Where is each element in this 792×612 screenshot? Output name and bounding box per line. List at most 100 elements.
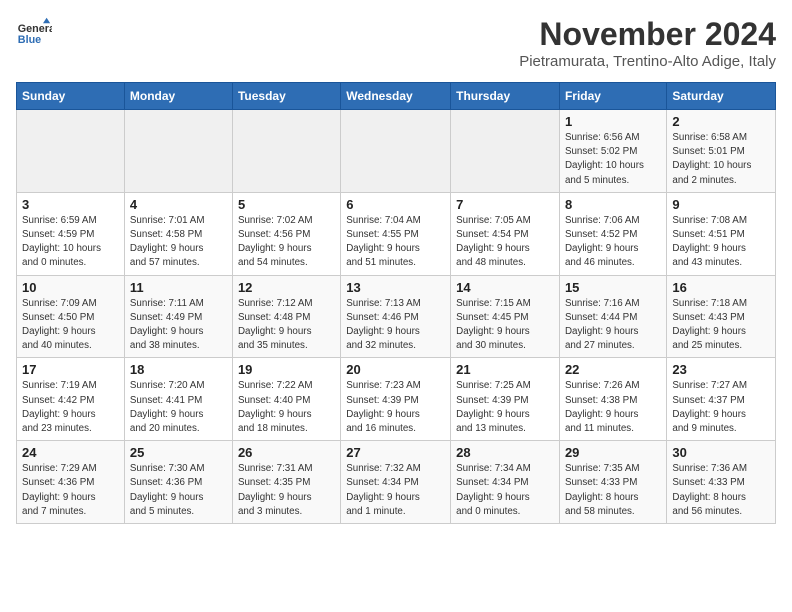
weekday-header-tuesday: Tuesday — [232, 83, 340, 110]
day-number: 27 — [346, 445, 445, 460]
day-cell: 7 Sunrise: 7:05 AM Sunset: 4:54 PM Daylig… — [451, 192, 560, 275]
day-number: 12 — [238, 280, 335, 295]
week-row-1: 1 Sunrise: 6:56 AM Sunset: 5:02 PM Daylig… — [17, 110, 776, 193]
day-info: Sunrise: 6:59 AM Sunset: 4:59 PM Dayligh… — [22, 214, 119, 271]
day-number: 30 — [672, 445, 770, 460]
day-cell — [451, 110, 560, 193]
day-cell: 8Sunrise: 7:06 AM Sunset: 4:52 PM Daylig… — [559, 192, 666, 275]
day-number: 7 — [456, 197, 554, 212]
day-cell: 22 Sunrise: 7:26 AM Sunset: 4:38 PM Dayli… — [559, 358, 666, 441]
day-cell: 10 Sunrise: 7:09 AM Sunset: 4:50 PM Dayli… — [17, 275, 125, 358]
header: General Blue November 2024 Pietramurata,… — [16, 16, 776, 70]
day-number: 6 — [346, 197, 445, 212]
svg-text:Blue: Blue — [18, 34, 41, 46]
day-cell: 13 Sunrise: 7:13 AM Sunset: 4:46 PM Dayli… — [341, 275, 451, 358]
weekday-header-monday: Monday — [124, 83, 232, 110]
day-info: Sunrise: 7:25 AM Sunset: 4:39 PM Dayligh… — [456, 379, 554, 436]
day-info: Sunrise: 7:08 AM Sunset: 4:51 PM Dayligh… — [672, 214, 770, 271]
day-number: 21 — [456, 362, 554, 377]
day-cell: 12 Sunrise: 7:12 AM Sunset: 4:48 PM Dayli… — [232, 275, 340, 358]
day-cell: 11 Sunrise: 7:11 AM Sunset: 4:49 PM Dayli… — [124, 275, 232, 358]
day-number: 17 — [22, 362, 119, 377]
day-info: Sunrise: 7:11 AM Sunset: 4:49 PM Dayligh… — [130, 297, 227, 354]
day-cell: 14 Sunrise: 7:15 AM Sunset: 4:45 PM Dayli… — [451, 275, 560, 358]
day-number: 18 — [130, 362, 227, 377]
logo-icon: General Blue — [16, 16, 52, 52]
day-number: 20 — [346, 362, 445, 377]
week-row-3: 10 Sunrise: 7:09 AM Sunset: 4:50 PM Dayli… — [17, 275, 776, 358]
day-number: 19 — [238, 362, 335, 377]
day-number: 1 — [565, 114, 661, 129]
week-row-4: 17 Sunrise: 7:19 AM Sunset: 4:42 PM Dayli… — [17, 358, 776, 441]
day-info: Sunrise: 7:20 AM Sunset: 4:41 PM Dayligh… — [130, 379, 227, 436]
weekday-header-sunday: Sunday — [17, 83, 125, 110]
day-cell: 30 Sunrise: 7:36 AM Sunset: 4:33 PM Dayli… — [667, 441, 776, 524]
day-info: Sunrise: 7:22 AM Sunset: 4:40 PM Dayligh… — [238, 379, 335, 436]
day-number: 15 — [565, 280, 661, 295]
weekday-header-thursday: Thursday — [451, 83, 560, 110]
day-number: 26 — [238, 445, 335, 460]
day-number: 28 — [456, 445, 554, 460]
day-number: 3 — [22, 197, 119, 212]
day-number: 13 — [346, 280, 445, 295]
day-cell: 20 Sunrise: 7:23 AM Sunset: 4:39 PM Dayli… — [341, 358, 451, 441]
day-number: 16 — [672, 280, 770, 295]
day-number: 22 — [565, 362, 661, 377]
day-info: Sunrise: 7:01 AM Sunset: 4:58 PM Dayligh… — [130, 214, 227, 271]
day-cell: 3 Sunrise: 6:59 AM Sunset: 4:59 PM Daylig… — [17, 192, 125, 275]
weekday-header-row: SundayMondayTuesdayWednesdayThursdayFrid… — [17, 83, 776, 110]
logo: General Blue — [16, 16, 52, 52]
day-cell — [341, 110, 451, 193]
day-cell: 9 Sunrise: 7:08 AM Sunset: 4:51 PM Daylig… — [667, 192, 776, 275]
day-cell: 5 Sunrise: 7:02 AM Sunset: 4:56 PM Daylig… — [232, 192, 340, 275]
day-number: 10 — [22, 280, 119, 295]
day-cell: 4 Sunrise: 7:01 AM Sunset: 4:58 PM Daylig… — [124, 192, 232, 275]
day-number: 5 — [238, 197, 335, 212]
day-info: Sunrise: 7:27 AM Sunset: 4:37 PM Dayligh… — [672, 379, 770, 436]
day-info: Sunrise: 6:58 AM Sunset: 5:01 PM Dayligh… — [672, 131, 770, 188]
day-info: Sunrise: 7:02 AM Sunset: 4:56 PM Dayligh… — [238, 214, 335, 271]
day-info: Sunrise: 7:04 AM Sunset: 4:55 PM Dayligh… — [346, 214, 445, 271]
day-info: Sunrise: 7:15 AM Sunset: 4:45 PM Dayligh… — [456, 297, 554, 354]
day-info: Sunrise: 7:19 AM Sunset: 4:42 PM Dayligh… — [22, 379, 119, 436]
day-info: Sunrise: 7:13 AM Sunset: 4:46 PM Dayligh… — [346, 297, 445, 354]
week-row-2: 3 Sunrise: 6:59 AM Sunset: 4:59 PM Daylig… — [17, 192, 776, 275]
day-info: Sunrise: 7:23 AM Sunset: 4:39 PM Dayligh… — [346, 379, 445, 436]
day-cell — [124, 110, 232, 193]
weekday-header-saturday: Saturday — [667, 83, 776, 110]
day-info: Sunrise: 7:31 AM Sunset: 4:35 PM Dayligh… — [238, 462, 335, 519]
day-cell: 2Sunrise: 6:58 AM Sunset: 5:01 PM Daylig… — [667, 110, 776, 193]
day-number: 4 — [130, 197, 227, 212]
day-info: Sunrise: 7:18 AM Sunset: 4:43 PM Dayligh… — [672, 297, 770, 354]
day-number: 8 — [565, 197, 661, 212]
day-cell: 28Sunrise: 7:34 AM Sunset: 4:34 PM Dayli… — [451, 441, 560, 524]
day-info: Sunrise: 7:09 AM Sunset: 4:50 PM Dayligh… — [22, 297, 119, 354]
day-info: Sunrise: 7:05 AM Sunset: 4:54 PM Dayligh… — [456, 214, 554, 271]
day-cell: 1 Sunrise: 6:56 AM Sunset: 5:02 PM Daylig… — [559, 110, 666, 193]
day-cell: 25Sunrise: 7:30 AM Sunset: 4:36 PM Dayli… — [124, 441, 232, 524]
day-cell: 16 Sunrise: 7:18 AM Sunset: 4:43 PM Dayli… — [667, 275, 776, 358]
day-cell: 21 Sunrise: 7:25 AM Sunset: 4:39 PM Dayli… — [451, 358, 560, 441]
week-row-5: 24Sunrise: 7:29 AM Sunset: 4:36 PM Dayli… — [17, 441, 776, 524]
day-number: 29 — [565, 445, 661, 460]
day-info: Sunrise: 7:32 AM Sunset: 4:34 PM Dayligh… — [346, 462, 445, 519]
title-block: November 2024 Pietramurata, Trentino-Alt… — [519, 16, 776, 70]
day-cell: 18 Sunrise: 7:20 AM Sunset: 4:41 PM Dayli… — [124, 358, 232, 441]
day-info: Sunrise: 6:56 AM Sunset: 5:02 PM Dayligh… — [565, 131, 661, 188]
location-title: Pietramurata, Trentino-Alto Adige, Italy — [519, 53, 776, 70]
month-title: November 2024 — [519, 16, 776, 53]
day-info: Sunrise: 7:12 AM Sunset: 4:48 PM Dayligh… — [238, 297, 335, 354]
day-number: 25 — [130, 445, 227, 460]
day-info: Sunrise: 7:26 AM Sunset: 4:38 PM Dayligh… — [565, 379, 661, 436]
day-number: 11 — [130, 280, 227, 295]
day-info: Sunrise: 7:29 AM Sunset: 4:36 PM Dayligh… — [22, 462, 119, 519]
day-cell: 17 Sunrise: 7:19 AM Sunset: 4:42 PM Dayli… — [17, 358, 125, 441]
day-info: Sunrise: 7:36 AM Sunset: 4:33 PM Dayligh… — [672, 462, 770, 519]
weekday-header-wednesday: Wednesday — [341, 83, 451, 110]
day-cell: 29 Sunrise: 7:35 AM Sunset: 4:33 PM Dayli… — [559, 441, 666, 524]
day-number: 9 — [672, 197, 770, 212]
day-cell: 24Sunrise: 7:29 AM Sunset: 4:36 PM Dayli… — [17, 441, 125, 524]
day-number: 14 — [456, 280, 554, 295]
day-info: Sunrise: 7:35 AM Sunset: 4:33 PM Dayligh… — [565, 462, 661, 519]
day-cell — [232, 110, 340, 193]
